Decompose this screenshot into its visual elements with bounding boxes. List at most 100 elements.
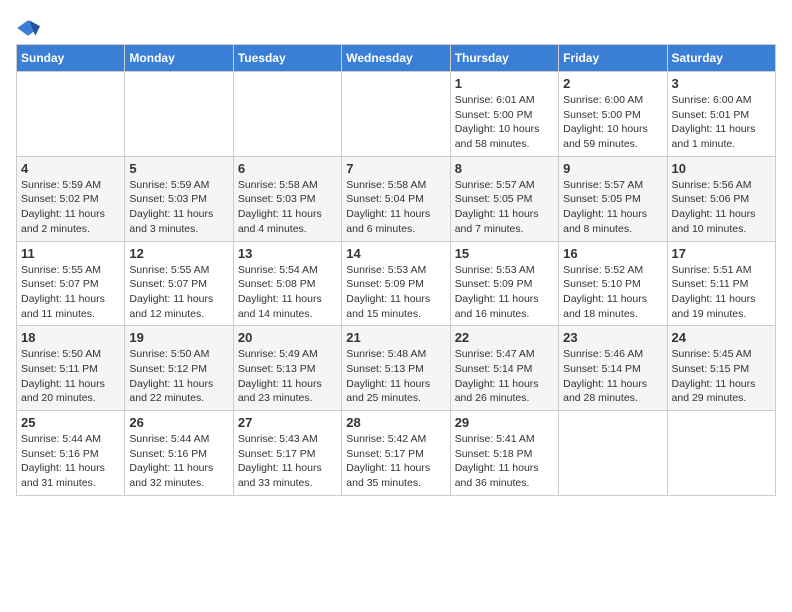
day-info: Sunrise: 6:01 AM Sunset: 5:00 PM Dayligh… — [455, 93, 554, 152]
day-cell: 5 Sunrise: 5:59 AM Sunset: 5:03 PM Daylig… — [125, 156, 233, 241]
day-cell: 26 Sunrise: 5:44 AM Sunset: 5:16 PM Dayli… — [125, 411, 233, 496]
day-cell: 19 Sunrise: 5:50 AM Sunset: 5:12 PM Dayli… — [125, 326, 233, 411]
day-cell: 6 Sunrise: 5:58 AM Sunset: 5:03 PM Daylig… — [233, 156, 341, 241]
day-info: Sunrise: 5:50 AM Sunset: 5:12 PM Dayligh… — [129, 347, 228, 406]
day-info: Sunrise: 5:55 AM Sunset: 5:07 PM Dayligh… — [21, 263, 120, 322]
logo — [16, 16, 42, 40]
day-info: Sunrise: 5:54 AM Sunset: 5:08 PM Dayligh… — [238, 263, 337, 322]
day-number: 7 — [346, 161, 445, 176]
day-info: Sunrise: 5:58 AM Sunset: 5:03 PM Dayligh… — [238, 178, 337, 237]
day-cell — [233, 72, 341, 157]
day-info: Sunrise: 5:50 AM Sunset: 5:11 PM Dayligh… — [21, 347, 120, 406]
day-number: 9 — [563, 161, 662, 176]
header-friday: Friday — [559, 45, 667, 72]
day-info: Sunrise: 5:59 AM Sunset: 5:03 PM Dayligh… — [129, 178, 228, 237]
day-info: Sunrise: 5:41 AM Sunset: 5:18 PM Dayligh… — [455, 432, 554, 491]
header-wednesday: Wednesday — [342, 45, 450, 72]
day-number: 26 — [129, 415, 228, 430]
day-cell — [125, 72, 233, 157]
header — [16, 16, 776, 40]
day-number: 22 — [455, 330, 554, 345]
day-cell: 13 Sunrise: 5:54 AM Sunset: 5:08 PM Dayli… — [233, 241, 341, 326]
header-saturday: Saturday — [667, 45, 775, 72]
week-row-1: 1 Sunrise: 6:01 AM Sunset: 5:00 PM Daylig… — [17, 72, 776, 157]
week-row-4: 18 Sunrise: 5:50 AM Sunset: 5:11 PM Dayli… — [17, 326, 776, 411]
day-number: 13 — [238, 246, 337, 261]
day-info: Sunrise: 5:48 AM Sunset: 5:13 PM Dayligh… — [346, 347, 445, 406]
day-number: 2 — [563, 76, 662, 91]
day-number: 24 — [672, 330, 771, 345]
day-info: Sunrise: 5:59 AM Sunset: 5:02 PM Dayligh… — [21, 178, 120, 237]
day-cell — [667, 411, 775, 496]
day-cell: 8 Sunrise: 5:57 AM Sunset: 5:05 PM Daylig… — [450, 156, 558, 241]
day-cell: 2 Sunrise: 6:00 AM Sunset: 5:00 PM Daylig… — [559, 72, 667, 157]
day-number: 6 — [238, 161, 337, 176]
day-cell: 25 Sunrise: 5:44 AM Sunset: 5:16 PM Dayli… — [17, 411, 125, 496]
day-number: 5 — [129, 161, 228, 176]
week-row-3: 11 Sunrise: 5:55 AM Sunset: 5:07 PM Dayli… — [17, 241, 776, 326]
day-number: 27 — [238, 415, 337, 430]
day-info: Sunrise: 5:57 AM Sunset: 5:05 PM Dayligh… — [563, 178, 662, 237]
day-cell: 20 Sunrise: 5:49 AM Sunset: 5:13 PM Dayli… — [233, 326, 341, 411]
day-cell — [559, 411, 667, 496]
week-row-5: 25 Sunrise: 5:44 AM Sunset: 5:16 PM Dayli… — [17, 411, 776, 496]
day-cell: 17Sunrise: 5:51 AM Sunset: 5:11 PM Dayli… — [667, 241, 775, 326]
day-number: 1 — [455, 76, 554, 91]
day-number: 8 — [455, 161, 554, 176]
day-cell: 18 Sunrise: 5:50 AM Sunset: 5:11 PM Dayli… — [17, 326, 125, 411]
day-info: Sunrise: 5:49 AM Sunset: 5:13 PM Dayligh… — [238, 347, 337, 406]
day-info: Sunrise: 5:44 AM Sunset: 5:16 PM Dayligh… — [21, 432, 120, 491]
day-info: Sunrise: 5:46 AM Sunset: 5:14 PM Dayligh… — [563, 347, 662, 406]
day-cell: 7 Sunrise: 5:58 AM Sunset: 5:04 PM Daylig… — [342, 156, 450, 241]
day-cell: 10 Sunrise: 5:56 AM Sunset: 5:06 PM Dayli… — [667, 156, 775, 241]
day-info: Sunrise: 5:52 AM Sunset: 5:10 PM Dayligh… — [563, 263, 662, 322]
day-number: 23 — [563, 330, 662, 345]
day-number: 18 — [21, 330, 120, 345]
day-info: Sunrise: 5:51 AM Sunset: 5:11 PM Dayligh… — [672, 263, 771, 322]
header-tuesday: Tuesday — [233, 45, 341, 72]
header-monday: Monday — [125, 45, 233, 72]
calendar-table: SundayMondayTuesdayWednesdayThursdayFrid… — [16, 44, 776, 496]
day-cell: 22 Sunrise: 5:47 AM Sunset: 5:14 PM Dayli… — [450, 326, 558, 411]
day-cell: 28Sunrise: 5:42 AM Sunset: 5:17 PM Dayli… — [342, 411, 450, 496]
day-info: Sunrise: 5:53 AM Sunset: 5:09 PM Dayligh… — [455, 263, 554, 322]
day-number: 4 — [21, 161, 120, 176]
day-info: Sunrise: 5:43 AM Sunset: 5:17 PM Dayligh… — [238, 432, 337, 491]
logo-icon — [16, 16, 40, 40]
header-thursday: Thursday — [450, 45, 558, 72]
day-cell — [17, 72, 125, 157]
day-number: 25 — [21, 415, 120, 430]
day-number: 12 — [129, 246, 228, 261]
day-cell: 15 Sunrise: 5:53 AM Sunset: 5:09 PM Dayli… — [450, 241, 558, 326]
day-number: 10 — [672, 161, 771, 176]
day-number: 3 — [672, 76, 771, 91]
calendar-header: SundayMondayTuesdayWednesdayThursdayFrid… — [17, 45, 776, 72]
day-number: 14 — [346, 246, 445, 261]
day-cell: 27 Sunrise: 5:43 AM Sunset: 5:17 PM Dayli… — [233, 411, 341, 496]
day-info: Sunrise: 5:56 AM Sunset: 5:06 PM Dayligh… — [672, 178, 771, 237]
day-number: 11 — [21, 246, 120, 261]
day-info: Sunrise: 5:44 AM Sunset: 5:16 PM Dayligh… — [129, 432, 228, 491]
day-cell: 16 Sunrise: 5:52 AM Sunset: 5:10 PM Dayli… — [559, 241, 667, 326]
day-cell: 21Sunrise: 5:48 AM Sunset: 5:13 PM Dayli… — [342, 326, 450, 411]
day-info: Sunrise: 5:47 AM Sunset: 5:14 PM Dayligh… — [455, 347, 554, 406]
day-info: Sunrise: 5:55 AM Sunset: 5:07 PM Dayligh… — [129, 263, 228, 322]
day-info: Sunrise: 5:42 AM Sunset: 5:17 PM Dayligh… — [346, 432, 445, 491]
day-info: Sunrise: 5:57 AM Sunset: 5:05 PM Dayligh… — [455, 178, 554, 237]
day-cell: 4 Sunrise: 5:59 AM Sunset: 5:02 PM Daylig… — [17, 156, 125, 241]
day-info: Sunrise: 6:00 AM Sunset: 5:01 PM Dayligh… — [672, 93, 771, 152]
day-number: 19 — [129, 330, 228, 345]
day-info: Sunrise: 5:58 AM Sunset: 5:04 PM Dayligh… — [346, 178, 445, 237]
day-cell: 23 Sunrise: 5:46 AM Sunset: 5:14 PM Dayli… — [559, 326, 667, 411]
day-cell: 14 Sunrise: 5:53 AM Sunset: 5:09 PM Dayli… — [342, 241, 450, 326]
day-info: Sunrise: 5:53 AM Sunset: 5:09 PM Dayligh… — [346, 263, 445, 322]
day-number: 20 — [238, 330, 337, 345]
day-cell: 12 Sunrise: 5:55 AM Sunset: 5:07 PM Dayli… — [125, 241, 233, 326]
week-row-2: 4 Sunrise: 5:59 AM Sunset: 5:02 PM Daylig… — [17, 156, 776, 241]
day-cell: 9 Sunrise: 5:57 AM Sunset: 5:05 PM Daylig… — [559, 156, 667, 241]
day-cell: 1 Sunrise: 6:01 AM Sunset: 5:00 PM Daylig… — [450, 72, 558, 157]
day-number: 15 — [455, 246, 554, 261]
day-cell: 29Sunrise: 5:41 AM Sunset: 5:18 PM Dayli… — [450, 411, 558, 496]
day-info: Sunrise: 6:00 AM Sunset: 5:00 PM Dayligh… — [563, 93, 662, 152]
day-number: 16 — [563, 246, 662, 261]
